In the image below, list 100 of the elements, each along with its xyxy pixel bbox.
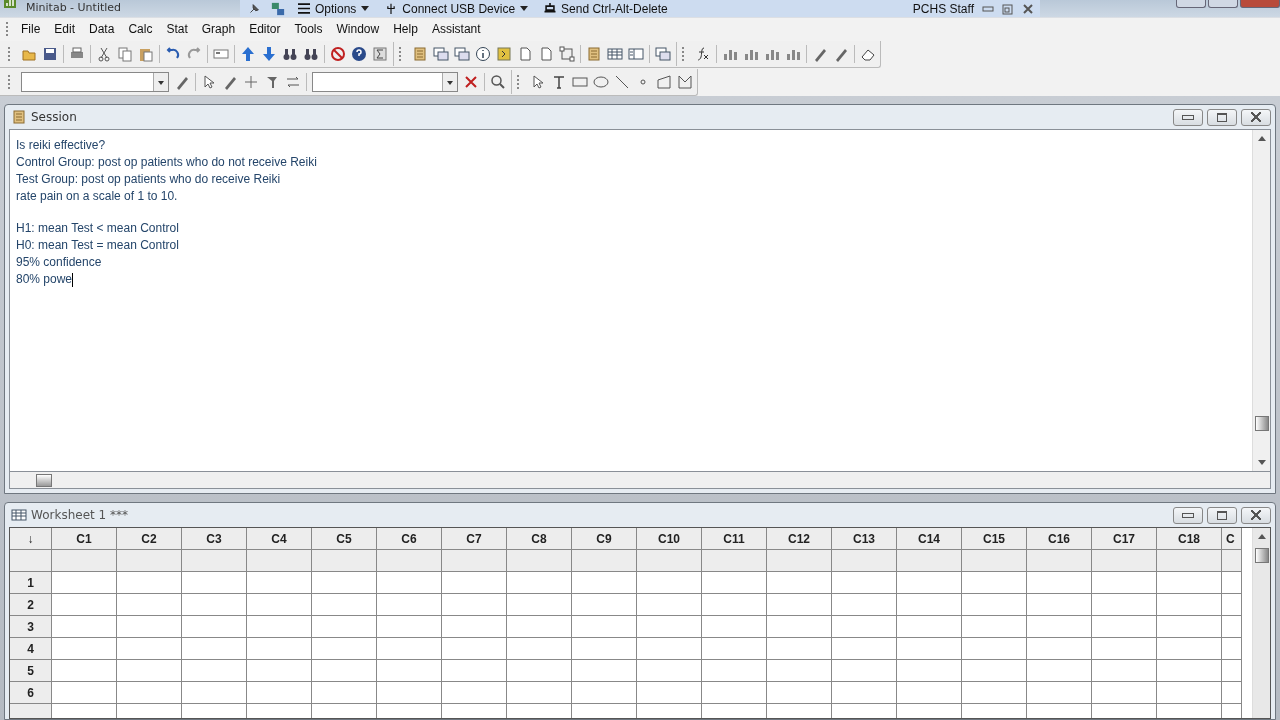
save-icon[interactable] — [42, 45, 58, 62]
menu-item[interactable]: Help — [386, 19, 425, 39]
column-name-cell[interactable] — [962, 550, 1027, 572]
table-cell[interactable] — [1222, 682, 1242, 704]
row-header[interactable]: 4 — [10, 638, 52, 660]
column-name-cell[interactable] — [117, 550, 182, 572]
polyline-icon[interactable] — [656, 73, 672, 90]
table-cell[interactable] — [52, 682, 117, 704]
column-header[interactable]: C9 — [572, 528, 637, 550]
menu-item[interactable]: Tools — [287, 19, 330, 39]
table-cell[interactable] — [702, 572, 767, 594]
sigma-icon[interactable] — [372, 45, 388, 62]
column-header[interactable]: C3 — [182, 528, 247, 550]
table-cell[interactable] — [572, 572, 637, 594]
table-cell[interactable] — [832, 660, 897, 682]
column-header[interactable]: C7 — [442, 528, 507, 550]
column-name-cell[interactable] — [767, 550, 832, 572]
line-icon[interactable] — [614, 73, 630, 90]
table-cell[interactable] — [507, 594, 572, 616]
table-cell[interactable] — [1092, 638, 1157, 660]
table-cell[interactable] — [1222, 572, 1242, 594]
table-cell[interactable] — [247, 682, 312, 704]
column-header[interactable]: C17 — [1092, 528, 1157, 550]
table-cell[interactable] — [637, 616, 702, 638]
menu-item[interactable]: Assistant — [424, 19, 488, 39]
column-name-cell[interactable] — [637, 550, 702, 572]
table-cell[interactable] — [377, 660, 442, 682]
row-header[interactable]: 6 — [10, 682, 52, 704]
column-header[interactable]: C5 — [312, 528, 377, 550]
table-cell[interactable] — [897, 638, 962, 660]
prompt-icon[interactable] — [496, 45, 512, 62]
crosshair-icon[interactable] — [243, 73, 259, 90]
table-cell[interactable] — [572, 682, 637, 704]
table-cell[interactable] — [637, 572, 702, 594]
table-cell[interactable] — [247, 660, 312, 682]
table-cell[interactable] — [832, 682, 897, 704]
help-icon[interactable] — [351, 45, 367, 62]
table-cell[interactable] — [377, 682, 442, 704]
table-cell[interactable] — [1092, 616, 1157, 638]
column-name-cell[interactable] — [1222, 550, 1242, 572]
column-header[interactable]: C16 — [1027, 528, 1092, 550]
table-cell[interactable] — [52, 572, 117, 594]
table-cell[interactable] — [962, 616, 1027, 638]
fx-icon[interactable] — [695, 45, 711, 62]
scroll-icon[interactable] — [586, 45, 602, 62]
table-cell[interactable] — [442, 638, 507, 660]
table-cell[interactable] — [117, 638, 182, 660]
close-icon[interactable] — [1022, 2, 1034, 15]
vertical-scrollbar[interactable] — [1252, 528, 1270, 718]
table-cell[interactable] — [52, 594, 117, 616]
table-cell[interactable] — [1222, 638, 1242, 660]
table-cell[interactable] — [1092, 682, 1157, 704]
table-cell[interactable] — [897, 616, 962, 638]
column-header[interactable]: C15 — [962, 528, 1027, 550]
table-cell[interactable] — [832, 572, 897, 594]
table-cell[interactable] — [117, 660, 182, 682]
table-cell[interactable] — [1092, 660, 1157, 682]
table-cell[interactable] — [1092, 594, 1157, 616]
down-arrow-icon[interactable] — [261, 45, 277, 62]
table-cell[interactable] — [767, 660, 832, 682]
table-cell[interactable] — [247, 616, 312, 638]
table-cell[interactable] — [442, 572, 507, 594]
pointer-icon[interactable] — [530, 73, 546, 90]
column-header[interactable]: C12 — [767, 528, 832, 550]
table-cell[interactable] — [312, 572, 377, 594]
column-header[interactable]: ↓ — [10, 528, 52, 550]
table-cell[interactable] — [52, 638, 117, 660]
table-cell[interactable] — [247, 594, 312, 616]
table-cell[interactable] — [767, 638, 832, 660]
table-cell[interactable] — [1027, 682, 1092, 704]
table-cell[interactable] — [1222, 594, 1242, 616]
table-cell[interactable] — [832, 594, 897, 616]
row-header[interactable] — [10, 550, 52, 572]
menu-item[interactable]: Edit — [47, 19, 83, 39]
column-header[interactable]: C2 — [117, 528, 182, 550]
table-cell[interactable] — [897, 572, 962, 594]
table-cell[interactable] — [962, 638, 1027, 660]
cut-icon[interactable] — [96, 45, 112, 62]
table-cell[interactable] — [962, 682, 1027, 704]
ellipse-icon[interactable] — [593, 73, 609, 90]
table-cell[interactable] — [377, 638, 442, 660]
scroll-icon[interactable] — [412, 45, 428, 62]
table-icon[interactable] — [607, 45, 623, 62]
column-name-cell[interactable] — [312, 550, 377, 572]
column-header[interactable]: C6 — [377, 528, 442, 550]
restore-icon[interactable] — [1002, 2, 1014, 15]
table-cell[interactable] — [702, 682, 767, 704]
table-cell[interactable] — [117, 594, 182, 616]
table-cell[interactable] — [1157, 594, 1222, 616]
windows-icon[interactable] — [433, 45, 449, 62]
page-icon[interactable] — [517, 45, 533, 62]
pointer-icon[interactable] — [201, 73, 217, 90]
column-header[interactable]: C — [1222, 528, 1242, 550]
search-icon[interactable] — [490, 73, 506, 90]
column-name-cell[interactable] — [572, 550, 637, 572]
row-header[interactable]: 1 — [10, 572, 52, 594]
menu-item[interactable]: Window — [329, 19, 387, 39]
table-cell[interactable] — [182, 638, 247, 660]
column-header[interactable]: C13 — [832, 528, 897, 550]
table-cell[interactable] — [962, 660, 1027, 682]
